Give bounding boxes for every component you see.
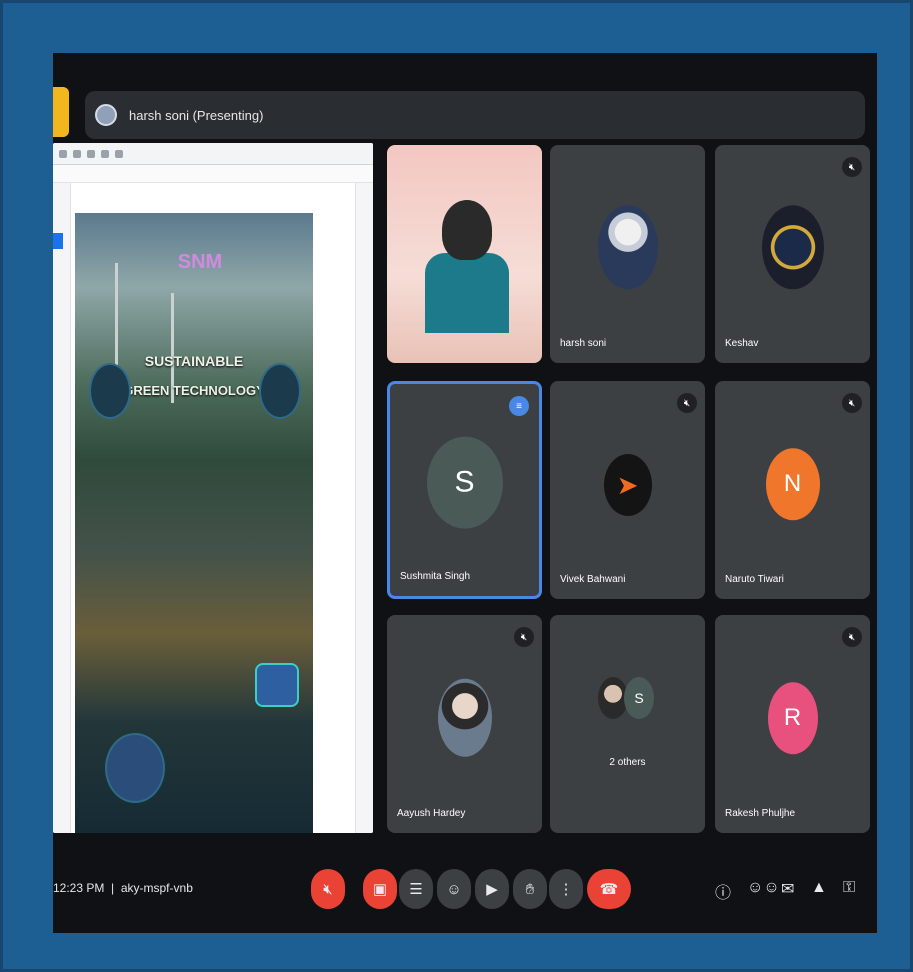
separator: | (107, 881, 121, 895)
avatar-letter: S (454, 465, 475, 499)
participant-avatar: ➤ (603, 454, 652, 517)
participant-name: Vivek Bahwani (560, 574, 626, 585)
camera-person-body (425, 253, 509, 333)
participant-tile[interactable] (387, 145, 542, 363)
monitor-frame: harsh soni (Presenting) SNM SUSTAINABLE (0, 0, 913, 972)
avatar-letter: R (783, 704, 802, 732)
meeting-info: 12:23 PM | aky-mspf-vnb (53, 881, 193, 895)
host-controls-icon[interactable]: ⚿ (843, 879, 855, 897)
mic-off-button[interactable]: 🔇︎ (311, 869, 345, 909)
participant-tile[interactable]: 🔇︎ N Naruto Tiwari (715, 381, 870, 599)
present-button[interactable]: ▶ (475, 869, 509, 909)
presenting-label: harsh soni (Presenting) (129, 107, 264, 123)
participant-name: 2 others (609, 757, 646, 768)
participant-name: harsh soni (560, 338, 607, 349)
participant-avatar: S (426, 436, 503, 529)
tab-icon[interactable] (59, 149, 67, 158)
speaking-indicator-icon: ≡ (509, 396, 529, 416)
participant-avatar: N (765, 448, 820, 521)
presenter-avatar (95, 104, 117, 126)
clock-time: 12:23 PM (53, 881, 105, 895)
more-options-button[interactable]: ⋮ (549, 869, 583, 909)
poster-chip-icon (255, 663, 299, 707)
info-icon[interactable]: ⓘ (715, 879, 731, 903)
emoji-button[interactable]: ☺ (437, 869, 471, 909)
mic-off-icon: 🔇︎ (842, 157, 862, 177)
participant-tile[interactable]: 🔇︎ ➤ Vivek Bahwani (550, 381, 705, 599)
tab-icon[interactable] (73, 149, 81, 158)
participant-tile[interactable]: ≡ S Sushmita Singh (387, 381, 542, 599)
activities-icon[interactable]: ▲ (811, 879, 827, 897)
avatar-letter: N (783, 470, 802, 498)
participant-avatar: S (624, 677, 654, 719)
camera-person-head (442, 200, 492, 260)
top-bar: harsh soni (Presenting) (53, 69, 877, 139)
meet-logo-strip (53, 87, 69, 137)
doc-menu-bar (53, 165, 373, 183)
raise-hand-button[interactable]: ✋︎ (513, 869, 547, 909)
bottom-bar: 12:23 PM | aky-mspf-vnb 🔇︎ ▣ ☰ ☺ ▶ ✋︎ ⋮ … (53, 853, 877, 923)
poster-emblem (259, 363, 301, 419)
captions-button[interactable]: ☰ (399, 869, 433, 909)
participant-tile[interactable]: S 2 others (550, 615, 705, 833)
poster-logo: SNM (177, 251, 223, 273)
participant-avatar (437, 678, 492, 757)
participant-name: Naruto Tiwari (725, 574, 784, 585)
participant-name: Sushmita Singh (400, 571, 471, 582)
shared-screen: SNM SUSTAINABLE GREEN TECHNOLOGY (53, 143, 373, 833)
poster-image: SNM SUSTAINABLE GREEN TECHNOLOGY (75, 213, 313, 833)
participant-tile[interactable]: 🔇︎ Keshav (715, 145, 870, 363)
participant-tile[interactable]: harsh soni (550, 145, 705, 363)
presenting-chip[interactable]: harsh soni (Presenting) (85, 91, 865, 139)
doc-left-rail (53, 183, 71, 833)
doc-right-rail (355, 183, 373, 833)
camera-off-button[interactable]: ▣ (363, 869, 397, 909)
participant-avatar (761, 205, 824, 290)
participant-tile[interactable]: 🔇︎ Aayush Hardey (387, 615, 542, 833)
mic-off-icon: 🔇︎ (677, 393, 697, 413)
participant-name: Keshav (725, 338, 759, 349)
chat-icon[interactable]: ✉ (781, 879, 794, 899)
participant-tile[interactable]: 🔇︎ R Rakesh Phuljhe (715, 615, 870, 833)
poster-emblem (89, 363, 131, 419)
meet-window: harsh soni (Presenting) SNM SUSTAINABLE (53, 53, 877, 933)
poster-emblem (105, 733, 165, 803)
mic-off-icon: 🔇︎ (842, 627, 862, 647)
tab-icon[interactable] (101, 149, 109, 158)
participant-name: Rakesh Phuljhe (725, 808, 796, 819)
tab-icon[interactable] (115, 149, 123, 158)
mic-off-icon: 🔇︎ (842, 393, 862, 413)
mic-off-icon: 🔇︎ (514, 627, 534, 647)
tab-icon[interactable] (87, 149, 95, 158)
meeting-code: aky-mspf-vnb (120, 881, 193, 895)
participant-avatar: R (767, 682, 818, 755)
people-icon[interactable]: ☺☺ (747, 879, 780, 897)
participant-name: Aayush Hardey (397, 808, 466, 819)
doc-toolbar (53, 143, 373, 165)
rail-marker (53, 233, 63, 249)
end-call-button[interactable]: ☎︎ (587, 869, 631, 909)
participant-avatar (597, 205, 658, 290)
